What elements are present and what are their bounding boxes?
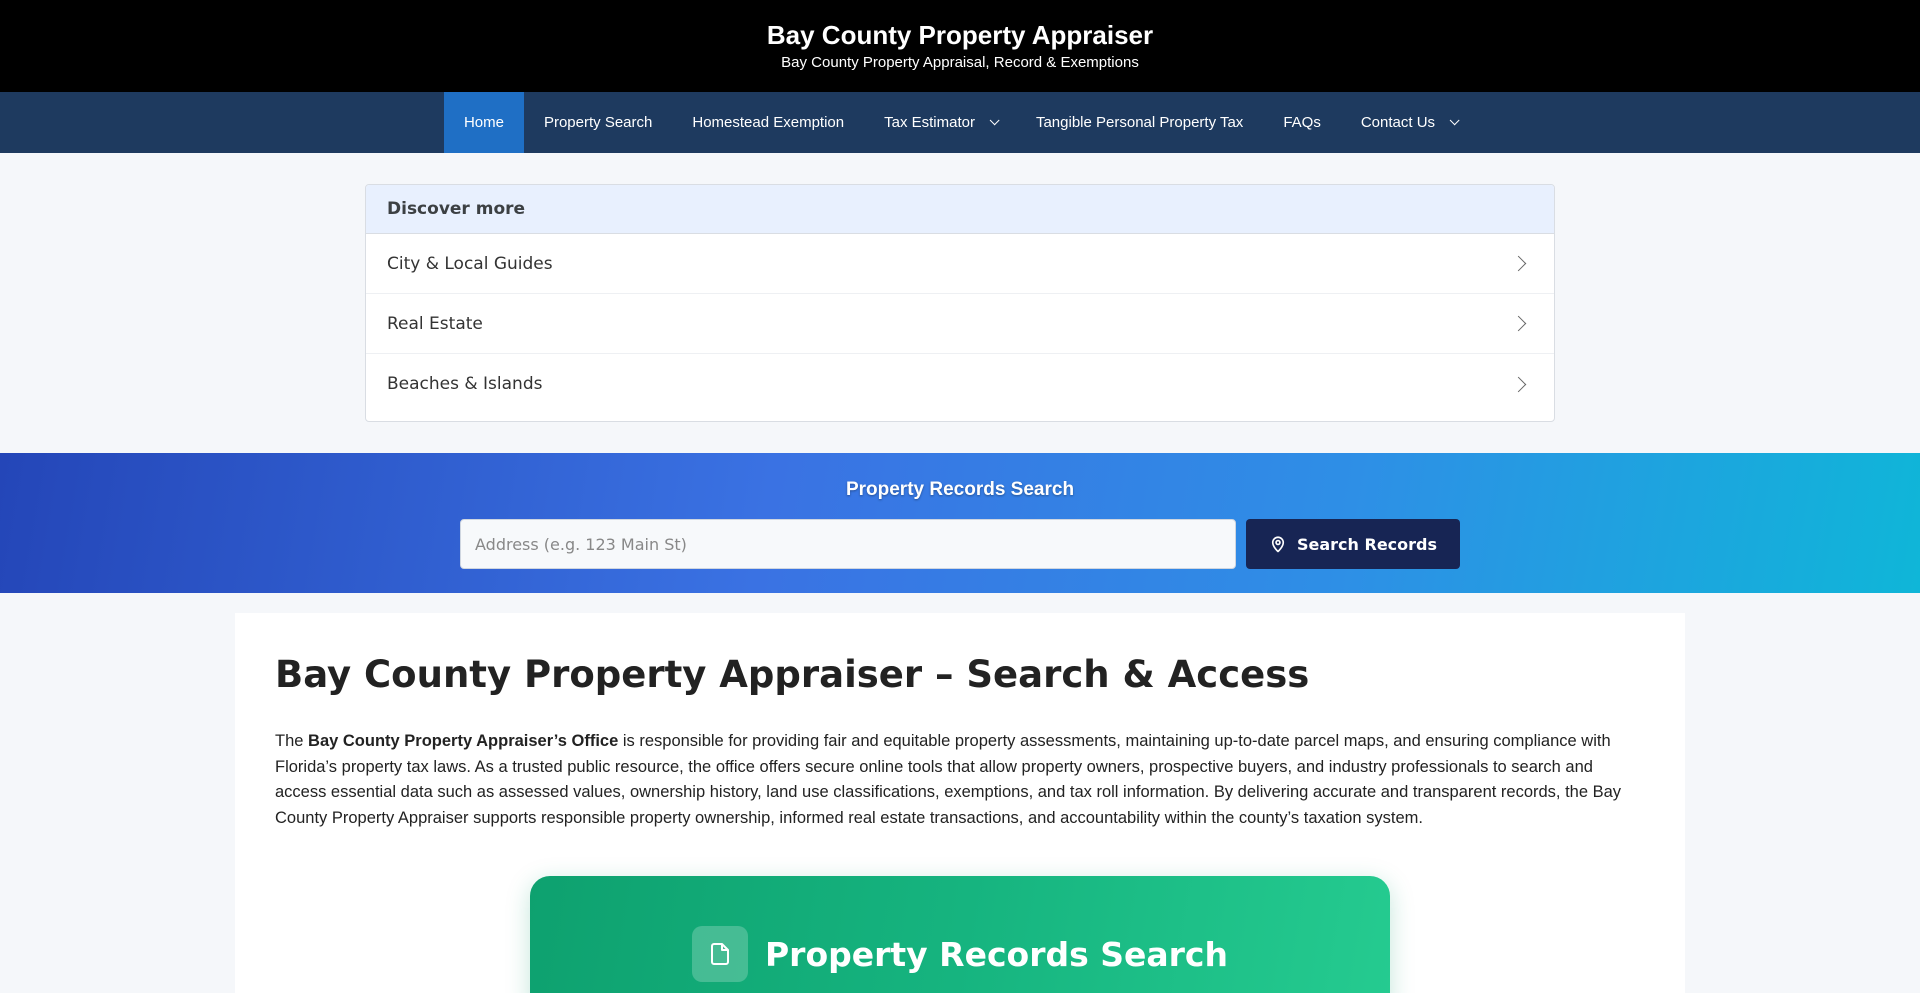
main-nav: Home Property Search Homestead Exemption…	[0, 92, 1920, 153]
site-tagline: Bay County Property Appraisal, Record & …	[781, 54, 1139, 71]
chevron-down-icon	[1449, 115, 1460, 126]
nav-home[interactable]: Home	[443, 92, 524, 153]
discover-heading: Discover more	[366, 185, 1554, 234]
nav-contact-label: Contact Us	[1360, 114, 1436, 131]
nav-contact-us[interactable]: Contact Us	[1341, 92, 1476, 153]
nav-tax-estimator[interactable]: Tax Estimator	[864, 92, 1016, 153]
chevron-right-icon	[1510, 255, 1527, 272]
discover-item-beaches[interactable]: Beaches & Islands	[366, 354, 1554, 414]
chevron-down-icon	[989, 115, 1000, 126]
discover-item-label: Real Estate	[387, 313, 483, 334]
search-band-title: Property Records Search	[845, 479, 1075, 500]
search-records-label: Search Records	[1296, 534, 1438, 554]
site-title: Bay County Property Appraiser	[766, 20, 1154, 50]
nav-property-search[interactable]: Property Search	[524, 92, 672, 153]
main-content: Bay County Property Appraiser – Search &…	[235, 613, 1685, 993]
page-title: Bay County Property Appraiser – Search &…	[275, 653, 1310, 696]
nav-tax-estimator-label: Tax Estimator	[884, 114, 975, 131]
map-pin-icon	[1271, 536, 1285, 553]
intro-bold: Bay County Property Appraiser’s Office	[308, 732, 619, 750]
chevron-right-icon	[1510, 376, 1527, 392]
records-search-card: Property Records Search	[530, 876, 1390, 993]
nav-homestead-exemption[interactable]: Homestead Exemption	[672, 92, 864, 153]
discover-item-real-estate[interactable]: Real Estate	[366, 294, 1554, 354]
nav-faqs[interactable]: FAQs	[1263, 92, 1341, 153]
property-search-band: Property Records Search Search Records	[0, 453, 1920, 593]
address-search-input[interactable]	[460, 519, 1236, 569]
intro-paragraph: The Bay County Property Appraiser’s Offi…	[275, 729, 1645, 831]
records-card-title: Property Records Search	[765, 934, 1228, 974]
discover-item-label: City & Local Guides	[387, 253, 553, 274]
site-header: Bay County Property Appraiser Bay County…	[0, 0, 1920, 92]
search-form: Search Records	[460, 519, 1460, 569]
intro-prefix: The	[275, 732, 309, 750]
search-records-button[interactable]: Search Records	[1246, 519, 1460, 569]
nav-tangible-tax[interactable]: Tangible Personal Property Tax	[1016, 92, 1263, 153]
discover-item-city-guides[interactable]: City & Local Guides	[366, 234, 1554, 294]
discover-more-panel: Discover more City & Local Guides Real E…	[365, 184, 1555, 422]
discover-item-label: Beaches & Islands	[387, 374, 543, 394]
chevron-right-icon	[1510, 315, 1527, 332]
document-icon	[692, 926, 748, 982]
